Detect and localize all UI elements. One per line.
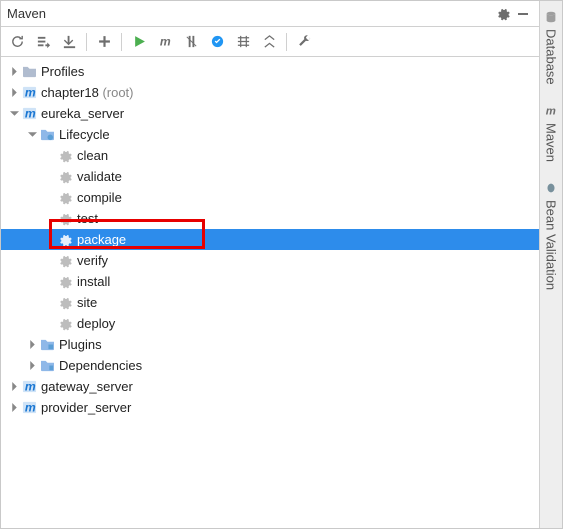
tree-label: provider_server bbox=[41, 400, 131, 415]
tree-node-goal-site[interactable]: site bbox=[1, 292, 539, 313]
gear-icon bbox=[57, 211, 73, 227]
collapse-arrow-icon[interactable] bbox=[7, 107, 21, 121]
minimize-icon[interactable] bbox=[513, 4, 533, 24]
tree-node-eureka-server[interactable]: m eureka_server bbox=[1, 103, 539, 124]
tree-node-goal-compile[interactable]: compile bbox=[1, 187, 539, 208]
toolbar: m bbox=[1, 27, 539, 57]
tree-label: package bbox=[77, 232, 126, 247]
svg-text:m: m bbox=[546, 105, 556, 117]
expand-arrow-icon[interactable] bbox=[7, 380, 21, 394]
folder-icon bbox=[21, 64, 37, 80]
maven-module-icon: m bbox=[21, 379, 37, 395]
side-tab-label: Bean Validation bbox=[544, 200, 559, 290]
collapse-arrow-icon[interactable] bbox=[25, 128, 39, 142]
expand-arrow-icon[interactable] bbox=[25, 338, 39, 352]
toolbar-separator bbox=[286, 33, 287, 51]
tree-node-provider-server[interactable]: m provider_server bbox=[1, 397, 539, 418]
tree-label: validate bbox=[77, 169, 122, 184]
maven-module-icon: m bbox=[21, 106, 37, 122]
tree-label: clean bbox=[77, 148, 108, 163]
tree-label: Dependencies bbox=[59, 358, 142, 373]
tree-label: Plugins bbox=[59, 337, 102, 352]
gear-icon bbox=[57, 190, 73, 206]
tree-label: chapter18 (root) bbox=[41, 85, 134, 100]
maven-tree: Profiles m chapter18 (root) m eureka_ser… bbox=[1, 57, 539, 528]
side-tab-maven[interactable]: m Maven bbox=[543, 99, 559, 166]
maven-module-icon: m bbox=[21, 85, 37, 101]
run-icon[interactable] bbox=[127, 31, 151, 53]
offline-icon[interactable] bbox=[205, 31, 229, 53]
gear-icon bbox=[57, 169, 73, 185]
title-bar: Maven bbox=[1, 1, 539, 27]
tree-label: Lifecycle bbox=[59, 127, 110, 142]
tree-node-goal-clean[interactable]: clean bbox=[1, 145, 539, 166]
side-tab-label: Database bbox=[544, 29, 559, 85]
gear-icon bbox=[57, 148, 73, 164]
tree-node-chapter18[interactable]: m chapter18 (root) bbox=[1, 82, 539, 103]
tree-node-goal-test[interactable]: test bbox=[1, 208, 539, 229]
gear-icon bbox=[57, 295, 73, 311]
tree-node-profiles[interactable]: Profiles bbox=[1, 61, 539, 82]
tree-node-lifecycle[interactable]: Lifecycle bbox=[1, 124, 539, 145]
right-side-tabs: Database m Maven Bean Validation bbox=[540, 1, 562, 528]
side-tab-bean-validation[interactable]: Bean Validation bbox=[543, 176, 559, 294]
maven-panel: Maven m Profiles bbox=[1, 1, 540, 528]
toolbar-separator bbox=[86, 33, 87, 51]
download-icon[interactable] bbox=[57, 31, 81, 53]
expand-arrow-icon[interactable] bbox=[25, 359, 39, 373]
tree-label: Profiles bbox=[41, 64, 84, 79]
tree-label: deploy bbox=[77, 316, 115, 331]
tree-label: install bbox=[77, 274, 110, 289]
maven-module-icon: m bbox=[21, 400, 37, 416]
gear-icon bbox=[57, 316, 73, 332]
tree-node-goal-package[interactable]: package bbox=[1, 229, 539, 250]
svg-text:m: m bbox=[159, 34, 170, 48]
wrench-icon[interactable] bbox=[292, 31, 316, 53]
tree-node-goal-validate[interactable]: validate bbox=[1, 166, 539, 187]
tree-node-goal-install[interactable]: install bbox=[1, 271, 539, 292]
tree-node-dependencies[interactable]: Dependencies bbox=[1, 355, 539, 376]
generate-sources-icon[interactable] bbox=[31, 31, 55, 53]
tree-node-plugins[interactable]: Plugins bbox=[1, 334, 539, 355]
tree-node-goal-verify[interactable]: verify bbox=[1, 250, 539, 271]
skip-tests-icon[interactable] bbox=[179, 31, 203, 53]
gear-icon bbox=[57, 232, 73, 248]
settings-icon[interactable] bbox=[493, 4, 513, 24]
add-icon[interactable] bbox=[92, 31, 116, 53]
show-dependencies-icon[interactable] bbox=[231, 31, 255, 53]
reload-icon[interactable] bbox=[5, 31, 29, 53]
collapse-all-icon[interactable] bbox=[257, 31, 281, 53]
bean-icon bbox=[543, 180, 559, 196]
svg-text:m: m bbox=[24, 85, 35, 99]
tree-label: site bbox=[77, 295, 97, 310]
side-tab-label: Maven bbox=[544, 123, 559, 162]
tree-label: gateway_server bbox=[41, 379, 133, 394]
tree-label: verify bbox=[77, 253, 108, 268]
lifecycle-folder-icon bbox=[39, 127, 55, 143]
gear-icon bbox=[57, 253, 73, 269]
toolbar-separator bbox=[121, 33, 122, 51]
dependencies-folder-icon bbox=[39, 358, 55, 374]
svg-text:m: m bbox=[24, 106, 35, 120]
tree-label: compile bbox=[77, 190, 122, 205]
expand-arrow-icon[interactable] bbox=[7, 65, 21, 79]
svg-text:m: m bbox=[24, 400, 35, 414]
tree-label: test bbox=[77, 211, 98, 226]
plugins-folder-icon bbox=[39, 337, 55, 353]
panel-title: Maven bbox=[7, 6, 493, 21]
database-icon bbox=[543, 9, 559, 25]
tree-label: eureka_server bbox=[41, 106, 124, 121]
gear-icon bbox=[57, 274, 73, 290]
side-tab-database[interactable]: Database bbox=[543, 5, 559, 89]
maven-m-icon[interactable]: m bbox=[153, 31, 177, 53]
maven-m-icon: m bbox=[543, 103, 559, 119]
tree-node-goal-deploy[interactable]: deploy bbox=[1, 313, 539, 334]
expand-arrow-icon[interactable] bbox=[7, 86, 21, 100]
tree-node-gateway-server[interactable]: m gateway_server bbox=[1, 376, 539, 397]
svg-text:m: m bbox=[24, 379, 35, 393]
expand-arrow-icon[interactable] bbox=[7, 401, 21, 415]
